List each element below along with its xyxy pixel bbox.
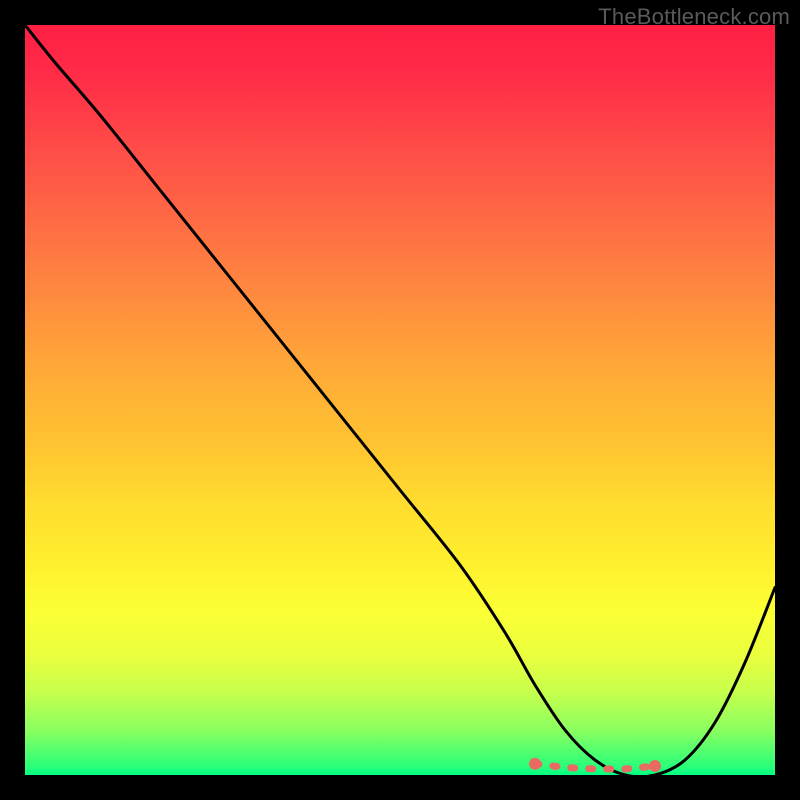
optimal-range-dot — [529, 758, 541, 770]
optimal-range-dot — [649, 760, 661, 772]
chart-plot-area — [25, 25, 775, 775]
optimal-range-dash — [535, 764, 655, 769]
bottleneck-curve-line — [25, 25, 775, 777]
chart-svg — [25, 25, 775, 775]
watermark-text: TheBottleneck.com — [598, 4, 790, 30]
